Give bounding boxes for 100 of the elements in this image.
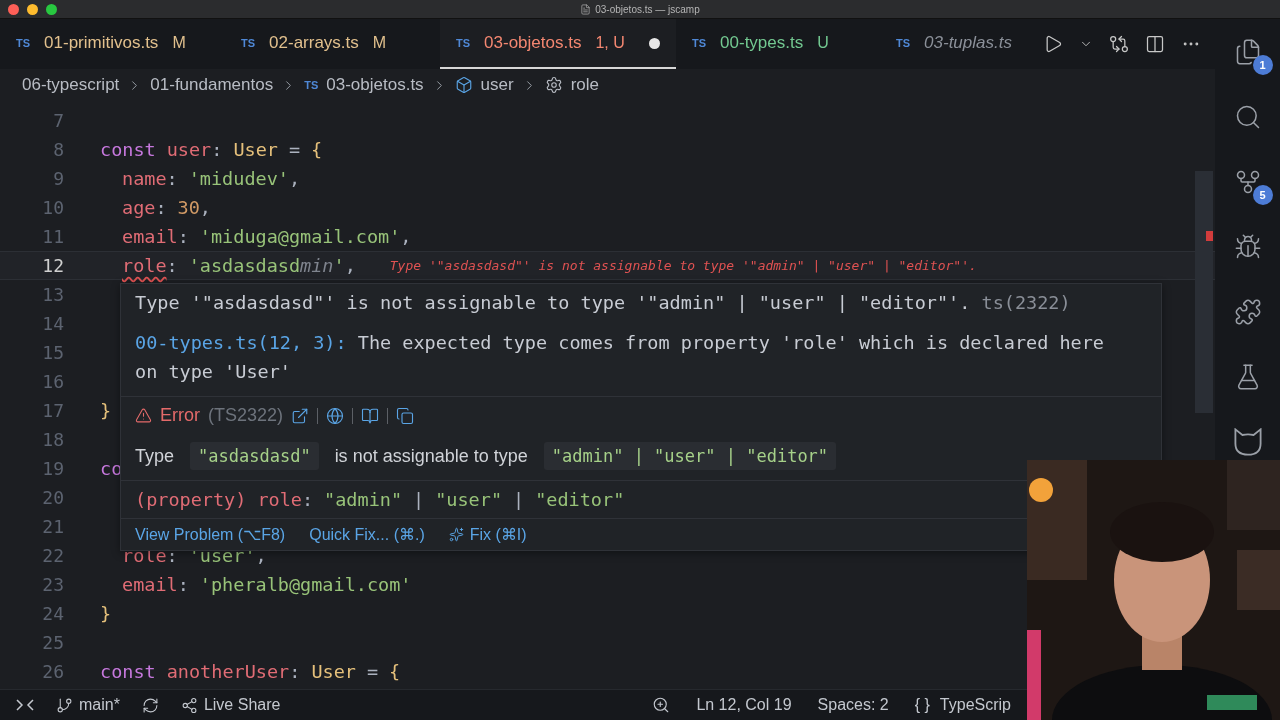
code-chip: "admin" | "user" | "editor"	[543, 442, 837, 470]
code-punctuation: ,	[199, 197, 211, 218]
code-token: {	[311, 139, 323, 160]
branch-icon	[56, 696, 73, 714]
code-token: role	[122, 255, 167, 276]
code-punctuation: :	[166, 168, 178, 189]
status-item[interactable]: Spaces: 2	[817, 696, 889, 714]
error-text: Type	[135, 445, 175, 467]
status-item[interactable]: Ln 12, Col 19	[696, 696, 792, 714]
code-token: email	[122, 574, 178, 595]
code-token: "editor"	[535, 488, 625, 512]
inline-error-message: Type '"asdasdasd"' is not assignable to type '"admin" | "user" | "editor"'.	[389, 258, 977, 273]
code-token: {	[389, 661, 401, 682]
code-punctuation: :	[211, 139, 223, 160]
close-button[interactable]	[8, 3, 19, 15]
tab-label: 02-arrays.ts	[269, 33, 359, 53]
minimize-button[interactable]	[27, 3, 38, 15]
code-punctuation: :	[155, 197, 167, 218]
count-badge: 5	[1252, 185, 1273, 205]
code-token: const	[100, 139, 156, 160]
editor-tab[interactable]: TS 02-arrays.ts M	[225, 19, 440, 69]
line-number: 16	[41, 371, 64, 392]
code-token: 'pheralb@gmail.com'	[199, 574, 412, 595]
line-number: 7	[52, 110, 64, 131]
code-punctuation: =	[366, 661, 379, 682]
tab-label: 01-primitivos.ts	[44, 33, 159, 53]
tab-label: 03-objetos.ts	[484, 33, 582, 53]
zoom-icon[interactable]	[652, 696, 671, 714]
document-icon	[580, 3, 592, 15]
external-link-icon[interactable]	[291, 406, 310, 425]
globe-icon[interactable]	[326, 406, 345, 425]
typescript-file-icon: TS	[692, 37, 707, 49]
share-icon	[180, 696, 198, 714]
code-punctuation: =	[288, 139, 301, 160]
editor-tab[interactable]: TS 00-types.ts U	[676, 19, 880, 69]
breadcrumb-item[interactable]: role	[570, 75, 600, 95]
code-token: User	[233, 139, 278, 160]
code-token: }	[100, 603, 112, 624]
editor-tab[interactable]: TS 03-objetos.ts 1, U	[440, 19, 676, 69]
code-token: "user"	[435, 488, 503, 512]
code-punctuation: :	[177, 226, 189, 247]
language-item[interactable]: TypeScrip	[939, 696, 1011, 714]
line-number: 9	[52, 168, 64, 189]
line-number: 8	[52, 139, 64, 160]
code-punctuation: |	[513, 488, 525, 512]
action-link[interactable]: View Problem (⌥F8)	[135, 525, 286, 544]
line-number: 15	[41, 342, 64, 363]
editor-tab[interactable]: TS 03-tuplas.ts	[880, 19, 1040, 69]
zoom-button[interactable]	[46, 3, 57, 15]
action-link[interactable]: Quick Fix... (⌘.)	[309, 525, 425, 544]
remote-icon[interactable]	[16, 698, 34, 712]
typescript-file-icon: TS	[896, 37, 911, 49]
typescript-file-icon: TS	[241, 37, 256, 49]
breadcrumb-item[interactable]: 01-fundamentos	[150, 75, 274, 95]
line-number: 19	[41, 458, 64, 479]
live-share-item[interactable]: Live Share	[180, 696, 281, 714]
error-title: Error	[160, 405, 200, 426]
scrollbar-thumb[interactable]	[1195, 171, 1213, 413]
book-icon[interactable]	[361, 406, 380, 425]
code-token: }	[100, 400, 112, 421]
sync-icon[interactable]	[141, 696, 159, 714]
branch-item[interactable]: main*	[56, 696, 120, 714]
editor-tab[interactable]: TS 01-primitivos.ts M	[0, 19, 225, 69]
line-number: 14	[41, 313, 64, 334]
code-token: 'miduga@gmail.com'	[199, 226, 401, 247]
file-status: M	[172, 34, 186, 52]
code-token: User	[311, 661, 356, 682]
line-number: 10	[41, 197, 64, 218]
code-punctuation: ,	[288, 168, 301, 189]
gear-icon	[544, 76, 563, 94]
copy-icon[interactable]	[396, 406, 415, 425]
file-link[interactable]: 00-types.ts(12, 3):	[135, 332, 347, 353]
code-token: anotherUser	[166, 661, 290, 682]
puzzle-icon	[1233, 298, 1262, 326]
compare-icon[interactable]	[1109, 34, 1129, 54]
bug-icon	[1233, 233, 1262, 261]
breadcrumb-item[interactable]: 03-objetos.ts	[326, 75, 424, 95]
code-token: user	[166, 139, 212, 160]
file-status: M	[372, 34, 387, 52]
split-editor-icon[interactable]	[1145, 34, 1165, 54]
braces-icon: { }	[914, 696, 930, 714]
code-punctuation: ,	[344, 255, 356, 276]
code-token: age	[122, 197, 156, 218]
tab-label: 00-types.ts	[720, 33, 804, 53]
line-number: 11	[41, 226, 64, 247]
line-number: 25	[41, 632, 64, 653]
code-punctuation: |	[413, 488, 425, 512]
code-token: name	[122, 168, 167, 189]
breadcrumb-item[interactable]: 06-typescript	[22, 75, 120, 95]
code-token: "admin"	[324, 488, 403, 512]
line-number: 22	[41, 545, 64, 566]
breadcrumb-item[interactable]: user	[480, 75, 514, 95]
related-info: 00-types.ts(12, 3): The expected type comes from property 'role' which is declared here on type 'User'	[135, 331, 1105, 384]
line-number: 18	[41, 429, 64, 450]
code-punctuation: :	[177, 574, 189, 595]
cat-icon	[1233, 428, 1262, 456]
fix-link[interactable]: Fix (⌘I)	[448, 525, 527, 544]
line-number: 21	[41, 516, 64, 537]
error-code: (TS2322)	[208, 405, 284, 426]
activity-bar-button[interactable]	[1232, 427, 1263, 457]
